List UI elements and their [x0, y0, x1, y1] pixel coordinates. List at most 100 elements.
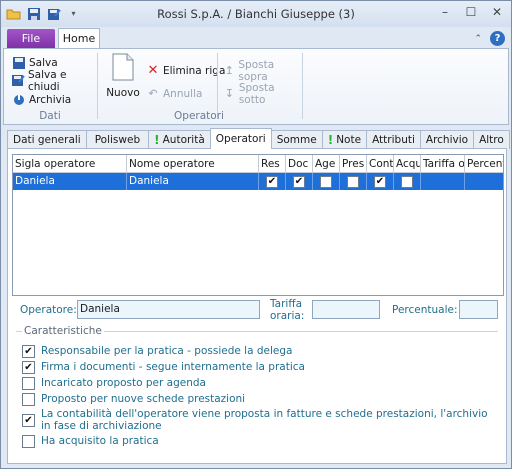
tab-dati-generali[interactable]: Dati generali	[7, 130, 87, 149]
acquisito-checkbox[interactable]	[22, 435, 35, 448]
maximize-icon[interactable]: ☐	[463, 4, 479, 20]
file-tab[interactable]: File	[7, 29, 55, 49]
responsabile-checkbox-row[interactable]: ✔ Responsabile per la pratica - possiede …	[22, 345, 292, 358]
column-header[interactable]: Doc	[286, 155, 313, 172]
firma-checkbox[interactable]: ✔	[22, 361, 35, 374]
operatori-grid[interactable]: Sigla operatore Nome operatore Res Doc A…	[12, 154, 504, 296]
tab-label: Attributi	[372, 134, 415, 146]
cell-cont[interactable]: ✔	[367, 173, 394, 190]
contabilita-checkbox[interactable]: ✔	[22, 414, 35, 427]
column-header[interactable]: Percent	[465, 155, 503, 172]
tab-somme[interactable]: Somme	[270, 130, 323, 149]
column-header[interactable]: Sigla operatore	[13, 155, 127, 172]
cell-acqu[interactable]	[394, 173, 421, 190]
tab-label: Archivio	[425, 134, 469, 146]
incaricato-checkbox[interactable]	[22, 377, 35, 390]
tab-archivio[interactable]: Archivio	[419, 130, 475, 149]
incaricato-label: Incaricato proposto per agenda	[41, 377, 206, 389]
tariffa-label-line1: Tariffa	[270, 298, 303, 310]
cell-nome[interactable]: Daniela	[127, 173, 259, 190]
pres-checkbox[interactable]	[347, 175, 359, 188]
contabilita-checkbox-row[interactable]: ✔ La contabilità dell'operatore viene pro…	[22, 408, 492, 432]
tariffa-oraria-input[interactable]	[312, 300, 380, 319]
doc-checkbox[interactable]: ✔	[293, 175, 305, 188]
tab-label: Altro	[479, 134, 504, 146]
acquisito-checkbox-row[interactable]: Ha acquisito la pratica	[22, 435, 159, 448]
elimina-riga-button[interactable]: ✕ Elimina riga	[146, 62, 226, 79]
undo-icon: ↶	[148, 87, 158, 100]
delete-icon: ✕	[147, 63, 159, 78]
firma-checkbox-row[interactable]: ✔ Firma i documenti - segue internamente …	[22, 361, 305, 374]
operatore-input[interactable]: Daniela	[77, 300, 260, 319]
home-tab[interactable]: Home	[58, 28, 100, 50]
cell-doc[interactable]: ✔	[286, 173, 313, 190]
cell-sigla[interactable]: Daniela	[13, 173, 127, 190]
proposto-checkbox[interactable]	[22, 393, 35, 406]
annulla-label: Annulla	[163, 87, 203, 100]
arrow-up-icon: ↥	[224, 64, 234, 77]
res-checkbox[interactable]: ✔	[266, 175, 278, 188]
column-header[interactable]: Res	[259, 155, 286, 172]
operatore-label: Operatore:	[20, 304, 77, 316]
close-icon[interactable]: ✕	[489, 4, 505, 20]
tab-attributi[interactable]: Attributi	[366, 130, 421, 149]
column-header[interactable]: Age	[313, 155, 340, 172]
responsabile-label: Responsabile per la pratica - possiede l…	[41, 345, 293, 357]
ribbon-separator	[302, 53, 303, 119]
tab-label: Autorità	[162, 134, 205, 146]
nuovo-label: Nuovo	[106, 87, 140, 99]
salva-e-chiudi-button[interactable]: Salva e chiudi	[12, 69, 96, 93]
sposta-sopra-button[interactable]: ↥ Sposta sopra	[223, 59, 299, 83]
help-icon[interactable]: ?	[490, 31, 505, 46]
age-checkbox[interactable]	[320, 175, 332, 188]
tab-label: Dati generali	[13, 134, 81, 146]
operatori-group: Nuovo ✕ Elimina riga ↶ Annulla ↥ Sposta …	[99, 49, 299, 124]
cell-age[interactable]	[313, 173, 340, 190]
column-header[interactable]: Pres	[340, 155, 367, 172]
new-document-icon	[112, 53, 134, 84]
tab-altro[interactable]: Altro	[473, 130, 510, 149]
cell-res[interactable]: ✔	[259, 173, 286, 190]
percentuale-input[interactable]	[459, 300, 498, 319]
column-header[interactable]: Nome operatore	[127, 155, 259, 172]
acqu-checkbox[interactable]	[401, 175, 413, 188]
cell-tariffa[interactable]	[421, 173, 465, 190]
warning-icon: !	[327, 133, 334, 147]
table-row[interactable]: Daniela Daniela ✔ ✔ ✔	[13, 173, 503, 190]
collapse-ribbon-icon[interactable]: ⌃	[474, 34, 482, 44]
title-bar: ▾ Rossi S.p.A. / Bianchi Giuseppe (3) – …	[1, 1, 511, 27]
proposto-label: Proposto per nuove schede prestazioni	[41, 393, 246, 405]
sposta-sotto-button[interactable]: ↧ Sposta sotto	[223, 82, 299, 106]
archivia-label: Archivia	[29, 93, 72, 106]
cell-percent[interactable]	[465, 173, 503, 190]
tariffa-label: Tariffa oraria:	[270, 298, 304, 322]
cont-checkbox[interactable]: ✔	[374, 175, 386, 188]
salva-e-chiudi-label: Salva e chiudi	[28, 68, 67, 93]
tab-note[interactable]: ! Note	[321, 130, 368, 149]
main-tabs: Dati generali Polisweb ! Autorità Operato…	[7, 128, 510, 149]
tab-operatori[interactable]: Operatori	[209, 128, 272, 149]
tab-polisweb[interactable]: Polisweb	[85, 130, 150, 149]
save-icon	[12, 56, 26, 70]
proposto-checkbox-row[interactable]: Proposto per nuove schede prestazioni	[22, 393, 245, 406]
tab-autorita[interactable]: ! Autorità	[148, 130, 211, 149]
contabilita-label: La contabilità dell'operatore viene prop…	[41, 408, 488, 432]
warning-icon: !	[154, 133, 160, 147]
column-header[interactable]: Tariffa o	[421, 155, 465, 172]
tab-label: Polisweb	[94, 134, 141, 146]
save-close-icon	[12, 74, 25, 88]
column-header[interactable]: Acqu	[394, 155, 421, 172]
arrow-down-icon: ↧	[224, 87, 235, 100]
minimize-icon[interactable]: –	[437, 4, 453, 20]
archivia-button[interactable]: Archivia	[12, 91, 71, 108]
window-title: Rossi S.p.A. / Bianchi Giuseppe (3)	[157, 7, 355, 21]
column-header[interactable]: Cont	[367, 155, 394, 172]
archive-icon	[12, 93, 26, 107]
cell-pres[interactable]	[340, 173, 367, 190]
tab-label: Operatori	[215, 133, 266, 145]
ribbon-separator	[97, 53, 98, 119]
incaricato-checkbox-row[interactable]: Incaricato proposto per agenda	[22, 377, 206, 390]
nuovo-button[interactable]: Nuovo	[105, 53, 141, 99]
responsabile-checkbox[interactable]: ✔	[22, 345, 35, 358]
annulla-button[interactable]: ↶ Annulla	[146, 85, 202, 102]
